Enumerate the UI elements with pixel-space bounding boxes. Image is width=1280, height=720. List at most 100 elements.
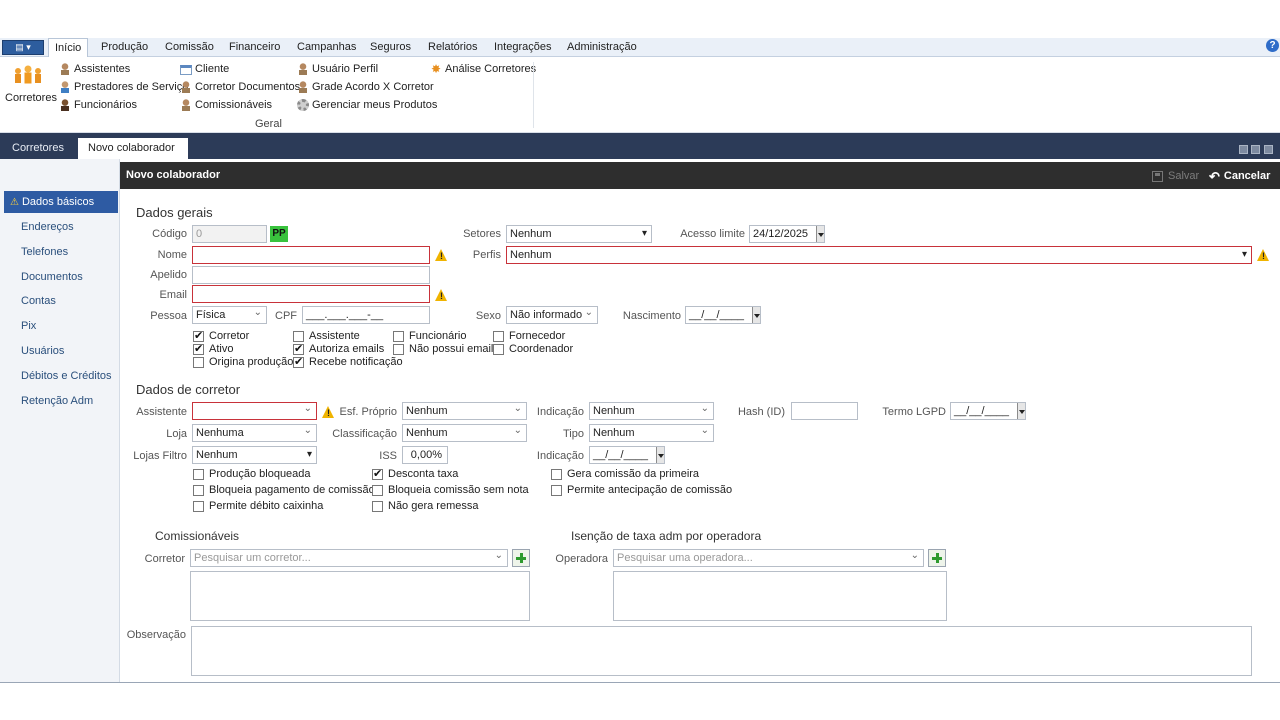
nav-retencao-adm[interactable]: Retenção Adm bbox=[4, 390, 118, 412]
ribbon-prestadores[interactable]: Prestadores de Serviço bbox=[59, 79, 188, 95]
ribbon-analise-corretores[interactable]: ✸ Análise Corretores bbox=[430, 61, 536, 77]
menu-tab-seguros[interactable]: Seguros bbox=[364, 38, 417, 57]
menu-tab-producao[interactable]: Produção bbox=[95, 38, 154, 57]
date-dropdown-icon[interactable] bbox=[1017, 403, 1025, 419]
date-dropdown-icon[interactable] bbox=[816, 226, 824, 242]
date-dropdown-icon[interactable] bbox=[752, 307, 760, 323]
checkbox[interactable] bbox=[193, 484, 204, 496]
tab-scroll-right-icon[interactable] bbox=[1251, 145, 1260, 154]
menu-tab-inicio[interactable]: Início bbox=[48, 38, 89, 58]
check-permite-antecipacao[interactable]: Permite antecipação de comissão bbox=[551, 483, 732, 497]
nav-debitos-creditos[interactable]: Débitos e Créditos bbox=[4, 365, 118, 387]
indicacao-date-field[interactable]: __/__/____ bbox=[589, 446, 665, 464]
checkbox[interactable] bbox=[393, 343, 404, 355]
perfis-select[interactable]: Nenhum bbox=[506, 246, 1252, 264]
isencao-list[interactable] bbox=[613, 571, 947, 621]
termo-lgpd-field[interactable]: __/__/____ bbox=[950, 402, 1026, 420]
nav-documentos[interactable]: Documentos bbox=[4, 266, 118, 288]
add-corretor-button[interactable] bbox=[512, 549, 530, 567]
check-bloqueia-pagamento[interactable]: Bloqueia pagamento de comissão bbox=[193, 483, 375, 497]
check-ativo[interactable]: Ativo bbox=[193, 342, 233, 356]
nav-enderecos[interactable]: Endereços bbox=[4, 216, 118, 238]
pessoa-select[interactable]: Física bbox=[192, 306, 267, 324]
ribbon-corretores[interactable]: Corretores bbox=[5, 90, 57, 106]
menu-tab-integracoes[interactable]: Integrações bbox=[488, 38, 557, 57]
corretores-icon[interactable] bbox=[12, 63, 44, 89]
ribbon-funcionarios[interactable]: Funcionários bbox=[59, 97, 137, 113]
check-coordenador[interactable]: Coordenador bbox=[493, 342, 573, 356]
check-origina-producao[interactable]: Origina produção bbox=[193, 355, 293, 369]
menu-tab-comissao[interactable]: Comissão bbox=[159, 38, 220, 57]
checkbox[interactable] bbox=[293, 330, 304, 342]
tab-close-icon[interactable] bbox=[1264, 145, 1273, 154]
check-producao-bloqueada[interactable]: Produção bloqueada bbox=[193, 467, 311, 481]
doc-tab-corretores[interactable]: Corretores bbox=[2, 138, 74, 159]
pp-badge[interactable]: PP bbox=[270, 226, 288, 242]
checkbox[interactable] bbox=[372, 467, 383, 480]
save-button[interactable]: Salvar bbox=[1152, 167, 1199, 185]
date-dropdown-icon[interactable] bbox=[656, 447, 664, 463]
checkbox[interactable] bbox=[551, 468, 562, 480]
checkbox[interactable] bbox=[551, 484, 562, 496]
cancel-button[interactable]: ↶ Cancelar bbox=[1209, 167, 1270, 185]
checkbox[interactable] bbox=[193, 342, 204, 355]
checkbox[interactable] bbox=[193, 329, 204, 342]
nascimento-field[interactable]: __/__/____ bbox=[685, 306, 761, 324]
check-desconta-taxa[interactable]: Desconta taxa bbox=[372, 467, 458, 481]
tab-scroll-left-icon[interactable] bbox=[1239, 145, 1248, 154]
apelido-field[interactable] bbox=[192, 266, 430, 284]
check-nao-gera-remessa[interactable]: Não gera remessa bbox=[372, 499, 479, 513]
checkbox[interactable] bbox=[193, 500, 204, 512]
checkbox[interactable] bbox=[372, 484, 383, 496]
observacao-field[interactable] bbox=[191, 626, 1252, 676]
iss-field[interactable]: 0,00% bbox=[402, 446, 448, 464]
ribbon-gerenciar-produtos[interactable]: Gerenciar meus Produtos bbox=[297, 97, 437, 113]
checkbox[interactable] bbox=[293, 355, 304, 368]
ribbon-cliente[interactable]: Cliente bbox=[180, 61, 229, 77]
menu-tab-campanhas[interactable]: Campanhas bbox=[291, 38, 362, 57]
check-gera-comissao[interactable]: Gera comissão da primeira bbox=[551, 467, 699, 481]
setores-select[interactable]: Nenhum bbox=[506, 225, 652, 243]
ribbon-comissionaveis[interactable]: Comissionáveis bbox=[180, 97, 272, 113]
classificacao-select[interactable]: Nenhum bbox=[402, 424, 527, 442]
comissionaveis-list[interactable] bbox=[190, 571, 530, 621]
checkbox[interactable] bbox=[193, 468, 204, 480]
lojas-filtro-select[interactable]: Nenhum bbox=[192, 446, 317, 464]
checkbox[interactable] bbox=[493, 343, 504, 355]
acesso-limite-field[interactable]: 24/12/2025 bbox=[749, 225, 825, 243]
ribbon-usuario-perfil[interactable]: Usuário Perfil bbox=[297, 61, 378, 77]
email-field[interactable] bbox=[192, 285, 430, 303]
checkbox[interactable] bbox=[493, 330, 504, 342]
tipo-select[interactable]: Nenhum bbox=[589, 424, 714, 442]
check-bloqueia-comissao[interactable]: Bloqueia comissão sem nota bbox=[372, 483, 529, 497]
check-nao-possui-email[interactable]: Não possui email bbox=[393, 342, 493, 356]
nav-dados-basicos[interactable]: ⚠ Dados básicos bbox=[4, 191, 118, 213]
checkbox[interactable] bbox=[293, 342, 304, 355]
help-icon[interactable]: ? bbox=[1266, 39, 1279, 52]
check-autoriza-emails[interactable]: Autoriza emails bbox=[293, 342, 384, 356]
esf-proprio-select[interactable]: Nenhum bbox=[402, 402, 527, 420]
checkbox[interactable] bbox=[372, 500, 383, 512]
menu-tab-administracao[interactable]: Administração bbox=[561, 38, 643, 57]
ribbon-corretor-documentos[interactable]: Corretor Documentos bbox=[180, 79, 300, 95]
nav-pix[interactable]: Pix bbox=[4, 315, 118, 337]
checkbox[interactable] bbox=[393, 330, 404, 342]
hash-field[interactable] bbox=[791, 402, 858, 420]
app-menu-button[interactable]: ▤ ▾ bbox=[2, 40, 44, 55]
indicacao-select[interactable]: Nenhum bbox=[589, 402, 714, 420]
check-funcionario[interactable]: Funcionário bbox=[393, 329, 466, 343]
doc-tab-novo-colaborador[interactable]: Novo colaborador bbox=[78, 138, 188, 159]
loja-select[interactable]: Nenhuma bbox=[192, 424, 317, 442]
nav-contas[interactable]: Contas bbox=[4, 290, 118, 312]
menu-tab-relatorios[interactable]: Relatórios bbox=[422, 38, 484, 57]
ribbon-assistentes[interactable]: Assistentes bbox=[59, 61, 130, 77]
corretor-search-input[interactable]: Pesquisar um corretor... bbox=[190, 549, 508, 567]
operadora-search-input[interactable]: Pesquisar uma operadora... bbox=[613, 549, 924, 567]
sexo-select[interactable]: Não informado bbox=[506, 306, 598, 324]
check-permite-debito[interactable]: Permite débito caixinha bbox=[193, 499, 323, 513]
nav-usuarios[interactable]: Usuários bbox=[4, 340, 118, 362]
ribbon-grade-acordo[interactable]: Grade Acordo X Corretor bbox=[297, 79, 434, 95]
nome-field[interactable] bbox=[192, 246, 430, 264]
check-fornecedor[interactable]: Fornecedor bbox=[493, 329, 565, 343]
check-recebe-notificacao[interactable]: Recebe notificação bbox=[293, 355, 403, 369]
